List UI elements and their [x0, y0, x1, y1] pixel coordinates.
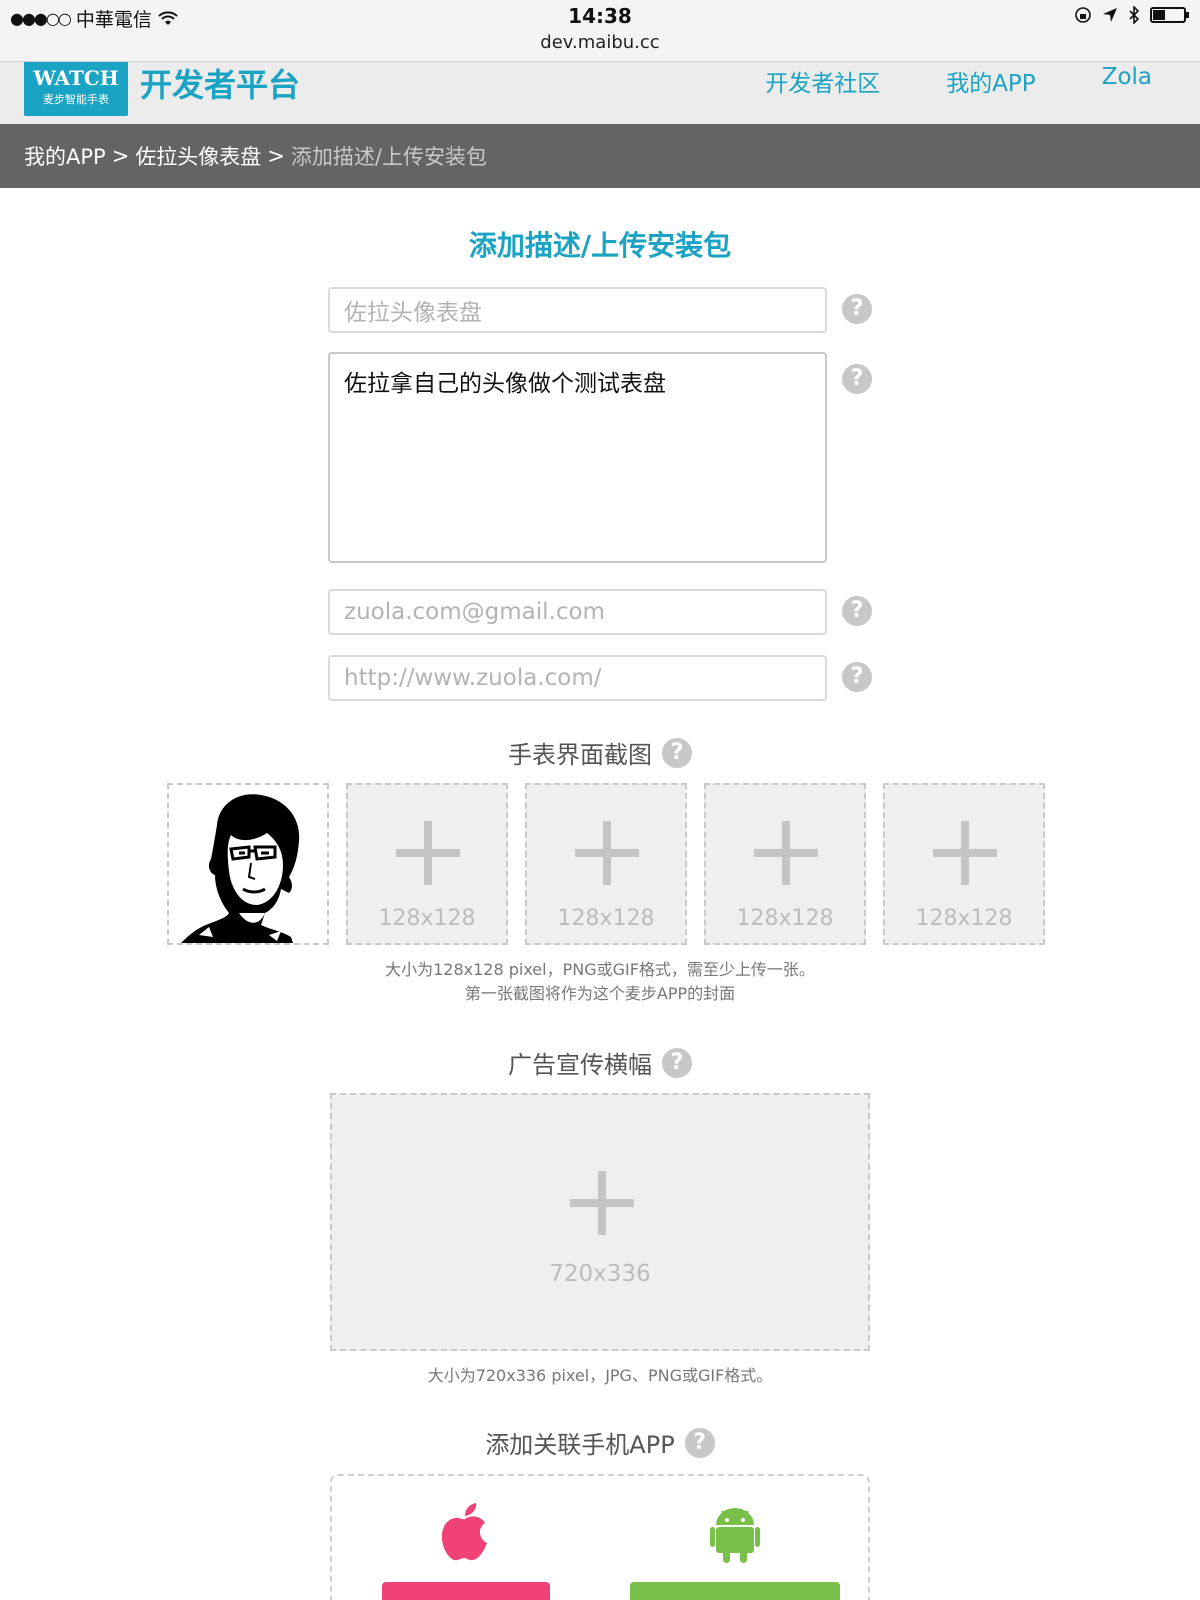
screenshot-slot-1[interactable]: [167, 783, 329, 945]
app-name-input[interactable]: 佐拉头像表盘: [328, 287, 827, 333]
screenshots-section-title: 手表界面截图 ?: [0, 735, 1200, 770]
apple-icon[interactable]: [440, 1503, 490, 1563]
slot-size-label: 128x128: [736, 906, 834, 931]
android-icon[interactable]: [710, 1505, 760, 1565]
logo-subtext: 麦步智能手表: [43, 93, 109, 106]
plus-icon: [754, 849, 818, 857]
battery-icon: [1150, 7, 1189, 23]
screenshot-slot-3[interactable]: 128x128: [525, 783, 687, 945]
maibu-watch-logo[interactable]: WATCH 麦步智能手表: [24, 62, 128, 116]
slot-size-label: 128x128: [557, 906, 655, 931]
avatar-portrait-image: [181, 794, 300, 943]
location-arrow-icon: [1103, 8, 1117, 22]
add-android-app-button[interactable]: [630, 1582, 840, 1600]
status-right: [1074, 6, 1189, 24]
plus-icon: [575, 849, 639, 857]
breadcrumb-my-app[interactable]: 我的APP: [24, 141, 106, 171]
nav-my-app[interactable]: 我的APP: [946, 64, 1035, 98]
email-help-icon[interactable]: ?: [842, 596, 872, 626]
banner-title-text: 广告宣传横幅: [508, 1051, 652, 1079]
banner-note: 大小为720x336 pixel，JPG、PNG或GIF格式。: [427, 1366, 773, 1385]
banner-section-title: 广告宣传横幅 ?: [0, 1045, 1200, 1080]
phone-app-help-icon[interactable]: ?: [684, 1427, 715, 1458]
logo-text: WATCH: [33, 66, 119, 90]
email-input[interactable]: zuola.com@gmail.com: [328, 589, 827, 635]
screenshots-note-line1: 大小为128x128 pixel，PNG或GIF格式，需至少上传一张。: [385, 960, 815, 979]
ios-status-bar: ●●●○○ 中華電信 14:38 dev.maibu.cc: [0, 0, 1200, 62]
screenshot-slot-4[interactable]: 128x128: [704, 783, 866, 945]
banner-help-icon[interactable]: ?: [662, 1047, 692, 1078]
screenshots-title-text: 手表界面截图: [508, 741, 652, 769]
plus-icon: [933, 849, 997, 857]
description-help-icon[interactable]: ?: [842, 364, 872, 394]
slot-size-label: 128x128: [378, 906, 476, 931]
bluetooth-icon: [1129, 6, 1140, 24]
plus-icon: [570, 1199, 634, 1207]
slot-size-label: 128x128: [915, 906, 1013, 931]
plus-icon: [396, 849, 460, 857]
clock: 14:38: [568, 4, 632, 28]
breadcrumb-current: 添加描述/上传安装包: [290, 145, 487, 169]
site-header: WATCH 麦步智能手表 开发者平台 开发者社区 我的APP Zola: [0, 62, 1200, 124]
screenshot-slot-5[interactable]: 128x128: [883, 783, 1045, 945]
breadcrumb: 我的APP > 佐拉头像表盘 > 添加描述/上传安装包: [0, 124, 1200, 188]
rotation-lock-icon: [1075, 7, 1091, 23]
top-nav: 开发者社区 我的APP Zola: [765, 64, 1152, 98]
phone-app-title-text: 添加关联手机APP: [485, 1431, 675, 1459]
battery-level: [1153, 10, 1165, 20]
breadcrumb-watchface[interactable]: 佐拉头像表盘: [135, 141, 261, 171]
screenshot-slot-2[interactable]: 128x128: [346, 783, 508, 945]
screenshots-help-icon[interactable]: ?: [662, 737, 692, 768]
breadcrumb-separator: >: [111, 144, 130, 168]
app-name-help-icon[interactable]: ?: [842, 294, 872, 324]
website-input[interactable]: http://www.zuola.com/: [328, 655, 827, 701]
nav-user-zola[interactable]: Zola: [1102, 64, 1152, 98]
website-help-icon[interactable]: ?: [842, 662, 872, 692]
phone-app-section-title: 添加关联手机APP ?: [0, 1425, 1200, 1460]
add-ios-app-button[interactable]: [382, 1582, 550, 1600]
banner-size-label: 720x336: [549, 1261, 651, 1287]
banner-upload-slot[interactable]: 720x336: [330, 1093, 870, 1351]
description-textarea[interactable]: 佐拉拿自己的头像做个测试表盘: [328, 352, 827, 563]
nav-developer-community[interactable]: 开发者社区: [765, 64, 880, 98]
breadcrumb-separator: >: [267, 144, 285, 168]
screenshots-note-line2: 第一张截图将作为这个麦步APP的封面: [464, 984, 736, 1003]
platform-title[interactable]: 开发者平台: [140, 60, 300, 106]
page-title: 添加描述/上传安装包: [468, 229, 732, 262]
address-bar-url[interactable]: dev.maibu.cc: [0, 32, 1200, 53]
screenshots-note: 大小为128x128 pixel，PNG或GIF格式，需至少上传一张。 第一张截…: [0, 958, 1200, 1006]
